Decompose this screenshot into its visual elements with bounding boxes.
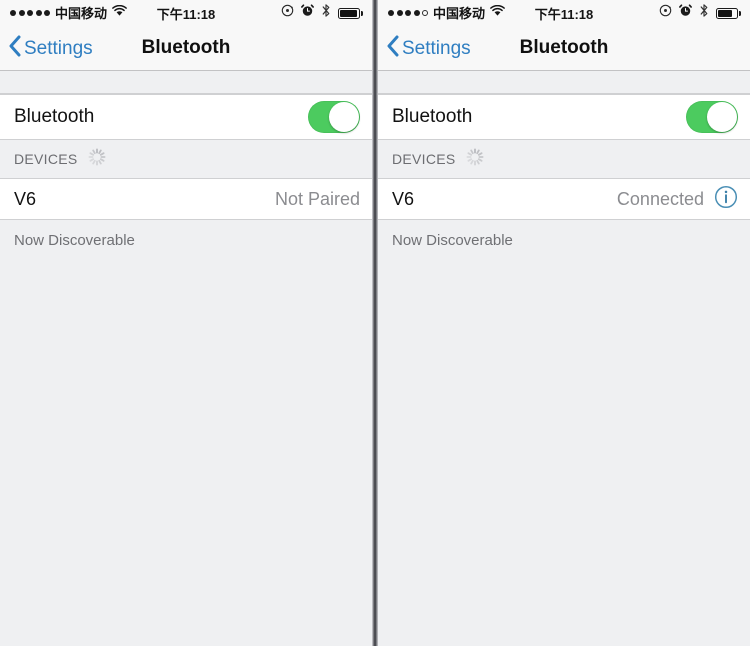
phone-screen-right: 中国移动 下午11:18 Settings Bluetooth Bluetoot… xyxy=(378,0,750,646)
activity-spinner-icon xyxy=(465,147,485,172)
phone-screen-left: 中国移动 下午11:18 Settings Bluetooth Bluetoot… xyxy=(0,0,372,646)
bluetooth-toggle-row[interactable]: Bluetooth xyxy=(378,94,750,140)
status-bar-right xyxy=(281,3,363,23)
device-status: Not Paired xyxy=(274,188,360,209)
status-bar-left: 中国移动 xyxy=(388,4,505,22)
devices-section-header: DEVICES xyxy=(0,140,372,178)
bluetooth-row-label: Bluetooth xyxy=(14,106,95,127)
status-bar-right xyxy=(659,3,741,23)
device-row-accessory: Not Paired xyxy=(275,189,360,210)
chevron-left-icon xyxy=(8,35,21,62)
signal-strength-dots-icon xyxy=(10,10,50,16)
top-spacer xyxy=(378,71,750,94)
status-bar: 中国移动 下午11:18 xyxy=(378,0,750,26)
rotation-lock-icon xyxy=(659,4,672,22)
bluetooth-toggle-row[interactable]: Bluetooth xyxy=(0,94,372,140)
device-name: V6 xyxy=(14,188,37,209)
bluetooth-toggle[interactable] xyxy=(686,101,738,133)
navigation-bar: Settings Bluetooth xyxy=(0,26,372,71)
device-name: V6 xyxy=(392,188,415,209)
signal-strength-dots-icon xyxy=(388,10,428,16)
wifi-icon xyxy=(490,4,505,22)
devices-section-title: DEVICES xyxy=(392,151,456,167)
alarm-clock-icon xyxy=(301,4,314,22)
status-bar: 中国移动 下午11:18 xyxy=(0,0,372,26)
device-row-accessory: Connected xyxy=(617,185,738,214)
status-bar-left: 中国移动 xyxy=(10,4,127,22)
bluetooth-icon xyxy=(699,3,709,23)
discoverable-footnote: Now Discoverable xyxy=(378,220,750,249)
toggle-knob xyxy=(329,102,359,132)
discoverable-footnote: Now Discoverable xyxy=(0,220,372,249)
top-spacer xyxy=(0,71,372,94)
content-filler xyxy=(0,249,372,646)
back-button-label: Settings xyxy=(402,37,471,59)
wifi-icon xyxy=(112,4,127,22)
activity-spinner-icon xyxy=(87,147,107,172)
device-status: Connected xyxy=(616,188,704,209)
device-row[interactable]: V6 Not Paired xyxy=(0,178,372,220)
back-button[interactable]: Settings xyxy=(0,35,93,62)
devices-section-header: DEVICES xyxy=(378,140,750,178)
chevron-left-icon xyxy=(386,35,399,62)
devices-section-title: DEVICES xyxy=(14,151,78,167)
dual-screenshot-comparison: 中国移动 下午11:18 Settings Bluetooth Bluetoot… xyxy=(0,0,750,646)
bluetooth-toggle[interactable] xyxy=(308,101,360,133)
carrier-label: 中国移动 xyxy=(55,5,108,21)
content-filler xyxy=(378,249,750,646)
toggle-knob xyxy=(707,102,737,132)
rotation-lock-icon xyxy=(281,4,294,22)
back-button-label: Settings xyxy=(24,37,93,59)
navigation-bar: Settings Bluetooth xyxy=(378,26,750,71)
bluetooth-row-label: Bluetooth xyxy=(392,106,473,127)
battery-icon xyxy=(716,7,741,19)
back-button[interactable]: Settings xyxy=(378,35,471,62)
carrier-label: 中国移动 xyxy=(433,5,486,21)
info-circle-icon[interactable] xyxy=(714,185,738,214)
bluetooth-icon xyxy=(321,3,331,23)
bluetooth-row-accessory xyxy=(686,101,738,133)
alarm-clock-icon xyxy=(679,4,692,22)
battery-icon xyxy=(338,7,363,19)
device-row[interactable]: V6 Connected xyxy=(378,178,750,220)
bluetooth-row-accessory xyxy=(308,101,360,133)
